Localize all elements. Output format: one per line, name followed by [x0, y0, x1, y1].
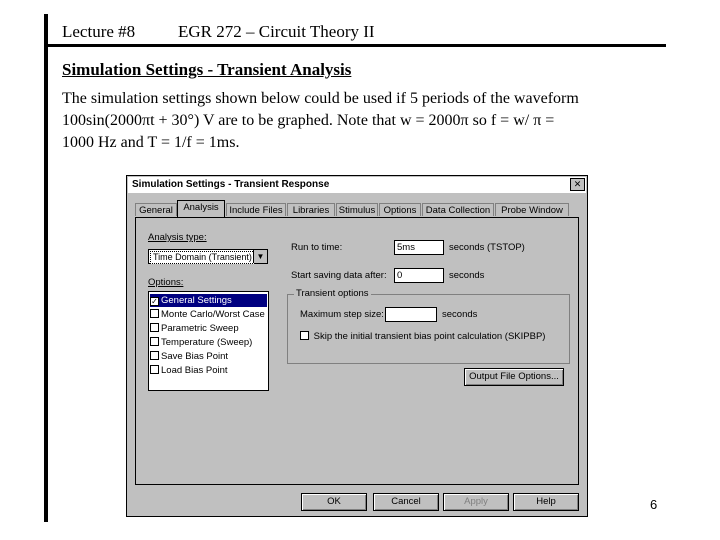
analysis-panel: Analysis type: Time Domain (Transient) ▼… [135, 217, 579, 485]
slide-body: The simulation settings shown below coul… [62, 88, 672, 154]
max-step-input[interactable] [385, 307, 437, 322]
skip-bias-checkbox[interactable] [300, 331, 309, 340]
transient-options-title: Transient options [294, 288, 371, 299]
start-saving-label: Start saving data after: [291, 270, 387, 281]
checkbox[interactable] [150, 309, 159, 318]
page-number: 6 [650, 497, 658, 512]
start-saving-unit: seconds [449, 270, 485, 281]
checkbox[interactable] [150, 365, 159, 374]
run-to-time-input[interactable]: 5ms [394, 240, 444, 255]
course-title: EGR 272 – Circuit Theory II [178, 22, 375, 41]
options-list[interactable]: ✓ General Settings Monte Carlo/Worst Case… [148, 291, 269, 391]
max-step-unit: seconds [442, 309, 478, 320]
transient-options-group: Transient options Maximum step size: sec… [287, 288, 570, 364]
list-item[interactable]: Save Bias Point [150, 350, 228, 363]
output-file-options-button[interactable]: Output File Options... [464, 368, 564, 386]
tab-include-files[interactable]: Include Files [226, 203, 286, 216]
list-item[interactable]: ✓ General Settings [150, 294, 267, 307]
checkbox[interactable] [150, 323, 159, 332]
slide-title: Simulation Settings - Transient Analysis [62, 60, 352, 79]
list-item[interactable]: Load Bias Point [150, 364, 228, 377]
tab-data-collection[interactable]: Data Collection [422, 203, 494, 216]
chevron-down-icon[interactable]: ▼ [253, 250, 267, 263]
help-button[interactable]: Help [513, 493, 579, 511]
tab-analysis[interactable]: Analysis [177, 200, 225, 217]
apply-button[interactable]: Apply [443, 493, 509, 511]
cancel-button[interactable]: Cancel [373, 493, 439, 511]
ok-button[interactable]: OK [301, 493, 367, 511]
options-label: Options: [148, 277, 184, 288]
body-line: 1000 Hz and T = 1/f = 1ms. [62, 134, 240, 151]
analysis-type-value: Time Domain (Transient) [150, 251, 255, 264]
checkbox[interactable] [150, 337, 159, 346]
skip-bias-label: Skip the initial transient bias point ca… [313, 331, 546, 342]
tab-general[interactable]: General [135, 203, 177, 216]
tab-probe-window[interactable]: Probe Window [495, 203, 569, 216]
dialog-titlebar: Simulation Settings - Transient Response [128, 177, 586, 193]
analysis-type-label: Analysis type: [148, 232, 207, 243]
header-rule [44, 44, 666, 47]
close-icon[interactable]: ✕ [570, 178, 585, 191]
list-item[interactable]: Monte Carlo/Worst Case [150, 308, 265, 321]
max-step-label: Maximum step size: [300, 309, 384, 320]
skip-bias-row[interactable]: Skip the initial transient bias point ca… [300, 331, 545, 342]
run-to-time-unit: seconds (TSTOP) [449, 242, 525, 253]
analysis-type-select[interactable]: Time Domain (Transient) ▼ [148, 249, 268, 264]
lecture-number: Lecture #8 [62, 22, 136, 41]
left-accent-bar [44, 14, 48, 522]
tab-options[interactable]: Options [379, 203, 421, 216]
body-line: The simulation settings shown below coul… [62, 90, 579, 107]
start-saving-input[interactable]: 0 [394, 268, 444, 283]
tab-libraries[interactable]: Libraries [287, 203, 335, 216]
list-item[interactable]: Temperature (Sweep) [150, 336, 252, 349]
dialog-title: Simulation Settings - Transient Response [132, 179, 330, 190]
checkbox[interactable] [150, 351, 159, 360]
checkbox-checked[interactable]: ✓ [150, 297, 159, 306]
list-item[interactable]: Parametric Sweep [150, 322, 239, 335]
tab-stimulus[interactable]: Stimulus [336, 203, 378, 216]
run-to-time-label: Run to time: [291, 242, 343, 253]
body-line: 100sin(2000πt + 30°) V are to be graphed… [62, 112, 555, 129]
simulation-settings-dialog: Simulation Settings - Transient Response… [126, 175, 588, 517]
